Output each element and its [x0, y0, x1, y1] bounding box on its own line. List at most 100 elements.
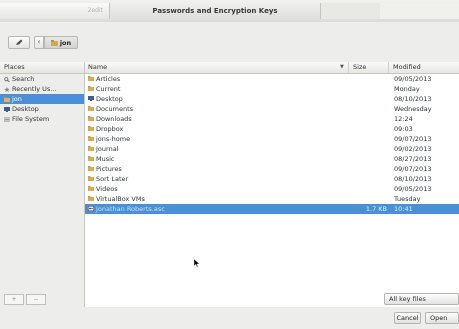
column-size-header[interactable]: Size — [348, 62, 389, 73]
pencil-icon — [15, 39, 22, 45]
file-rows: Articles 09/05/2013 Current Monday Deskt… — [85, 74, 459, 214]
table-row[interactable]: Pictures 09/07/2013 — [85, 164, 459, 174]
places-sidebar: Places Search Recently Us... jon Desktop… — [0, 62, 85, 307]
folder-icon — [88, 136, 94, 141]
dialog-action-area: Cancel Open — [0, 307, 459, 329]
background-window-tab[interactable]: 2edit — [0, 3, 110, 19]
file-modified: Wednesday — [394, 105, 432, 113]
table-row[interactable]: Current Monday — [85, 84, 459, 94]
place-label: jon — [12, 95, 22, 103]
table-row[interactable]: jons-home 09/07/2013 — [85, 134, 459, 144]
place-label: File System — [12, 115, 50, 123]
home-folder-icon — [50, 39, 58, 46]
column-modified-header[interactable]: Modified — [388, 62, 459, 73]
file-modified: 09/07/2013 — [394, 135, 432, 143]
title-bar-filler — [380, 3, 459, 19]
table-row-selected[interactable]: Jonathan Roberts.asc 1.7 KB 10:41 — [85, 204, 459, 214]
table-row[interactable]: Articles 09/05/2013 — [85, 74, 459, 84]
file-list-header: Name ▼ Size Modified — [85, 62, 459, 74]
file-modified: Monday — [394, 85, 420, 93]
place-item-recent[interactable]: Recently Us... — [0, 84, 84, 94]
open-button[interactable]: Open — [425, 312, 459, 324]
file-modified: 09/07/2013 — [394, 165, 432, 173]
window-title: Passwords and Encryption Keys — [152, 7, 278, 15]
path-segment-jon[interactable]: jon — [44, 36, 78, 49]
key-file-icon — [88, 206, 94, 211]
column-name-header[interactable]: Name — [88, 62, 107, 73]
place-label: Recently Us... — [12, 85, 57, 93]
path-toolbar: ‹ jon — [0, 22, 459, 62]
file-modified: 12:24 — [394, 115, 413, 123]
desktop-icon — [88, 96, 94, 101]
folder-icon — [88, 196, 94, 201]
file-name: Documents — [96, 105, 134, 113]
folder-icon — [88, 156, 94, 161]
file-modified: 09/02/2013 — [394, 145, 432, 153]
file-type-filter[interactable]: All key files — [384, 293, 459, 305]
remove-bookmark-button[interactable]: − — [26, 294, 46, 305]
file-name: Sort Later — [96, 175, 129, 183]
mouse-pointer-icon — [194, 259, 200, 267]
title-bar: 2edit Passwords and Encryption Keys — [0, 0, 459, 23]
file-size: 1.7 KB — [365, 205, 387, 213]
file-modified: 10:41 — [394, 205, 413, 213]
table-row[interactable]: Desktop 08/10/2013 — [85, 94, 459, 104]
folder-icon — [88, 106, 94, 111]
file-modified: Tuesday — [394, 195, 421, 203]
sort-arrow-icon: ▼ — [340, 64, 344, 70]
folder-icon — [88, 116, 94, 121]
table-row[interactable]: Downloads 12:24 — [85, 114, 459, 124]
drive-icon — [4, 116, 10, 122]
file-modified: 09/05/2013 — [394, 75, 432, 83]
file-modified: 09:03 — [394, 125, 413, 133]
file-name: Desktop — [96, 95, 123, 103]
type-location-button[interactable] — [8, 36, 30, 49]
place-item-jon[interactable]: jon — [0, 94, 84, 104]
table-row[interactable]: Music 08/27/2013 — [85, 154, 459, 164]
file-name: Dropbox — [96, 125, 124, 133]
table-row[interactable]: Dropbox 09:03 — [85, 124, 459, 134]
folder-icon — [88, 186, 94, 191]
place-label: Desktop — [12, 105, 39, 113]
file-name: Current — [96, 85, 121, 93]
place-item-desktop[interactable]: Desktop — [0, 104, 84, 114]
file-name: jons-home — [96, 135, 131, 143]
file-name: Videos — [96, 185, 118, 193]
table-row[interactable]: Sort Later 08/10/2013 — [85, 174, 459, 184]
table-row[interactable]: Documents Wednesday — [85, 104, 459, 114]
path-segment-label: jon — [59, 38, 72, 47]
place-label: Search — [12, 75, 35, 83]
background-window-tab-right[interactable] — [320, 3, 382, 19]
file-name: Articles — [96, 75, 121, 83]
home-folder-icon — [4, 96, 10, 102]
path-back-button[interactable]: ‹ — [34, 36, 44, 49]
recent-icon — [4, 86, 10, 92]
file-list: Name ▼ Size Modified Articles 09/05/2013… — [85, 62, 459, 307]
folder-icon — [88, 176, 94, 181]
folder-icon — [88, 76, 94, 81]
folder-icon — [88, 146, 94, 151]
file-modified: 09/05/2013 — [394, 185, 432, 193]
table-row[interactable]: VirtualBox VMs Tuesday — [85, 194, 459, 204]
file-modified: 08/27/2013 — [394, 155, 432, 163]
file-name: Pictures — [96, 165, 122, 173]
file-name: Jonathan Roberts.asc — [96, 205, 165, 213]
add-bookmark-button[interactable]: + — [4, 294, 24, 305]
file-modified: 08/10/2013 — [394, 95, 432, 103]
file-name: VirtualBox VMs — [96, 195, 145, 203]
table-row[interactable]: Journal 09/02/2013 — [85, 144, 459, 154]
file-name: Downloads — [96, 115, 132, 123]
folder-icon — [88, 126, 94, 131]
desktop-icon — [4, 106, 10, 112]
file-name: Music — [96, 155, 115, 163]
file-name: Journal — [96, 145, 119, 153]
places-header: Places — [0, 62, 84, 74]
folder-icon — [88, 166, 94, 171]
cancel-button[interactable]: Cancel — [394, 312, 421, 324]
chevron-left-icon: ‹ — [37, 38, 41, 46]
table-row[interactable]: Videos 09/05/2013 — [85, 184, 459, 194]
places-footer: + − — [4, 294, 78, 305]
place-item-search[interactable]: Search — [0, 74, 84, 84]
place-item-file-system[interactable]: File System — [0, 114, 84, 124]
file-modified: 08/10/2013 — [394, 175, 432, 183]
